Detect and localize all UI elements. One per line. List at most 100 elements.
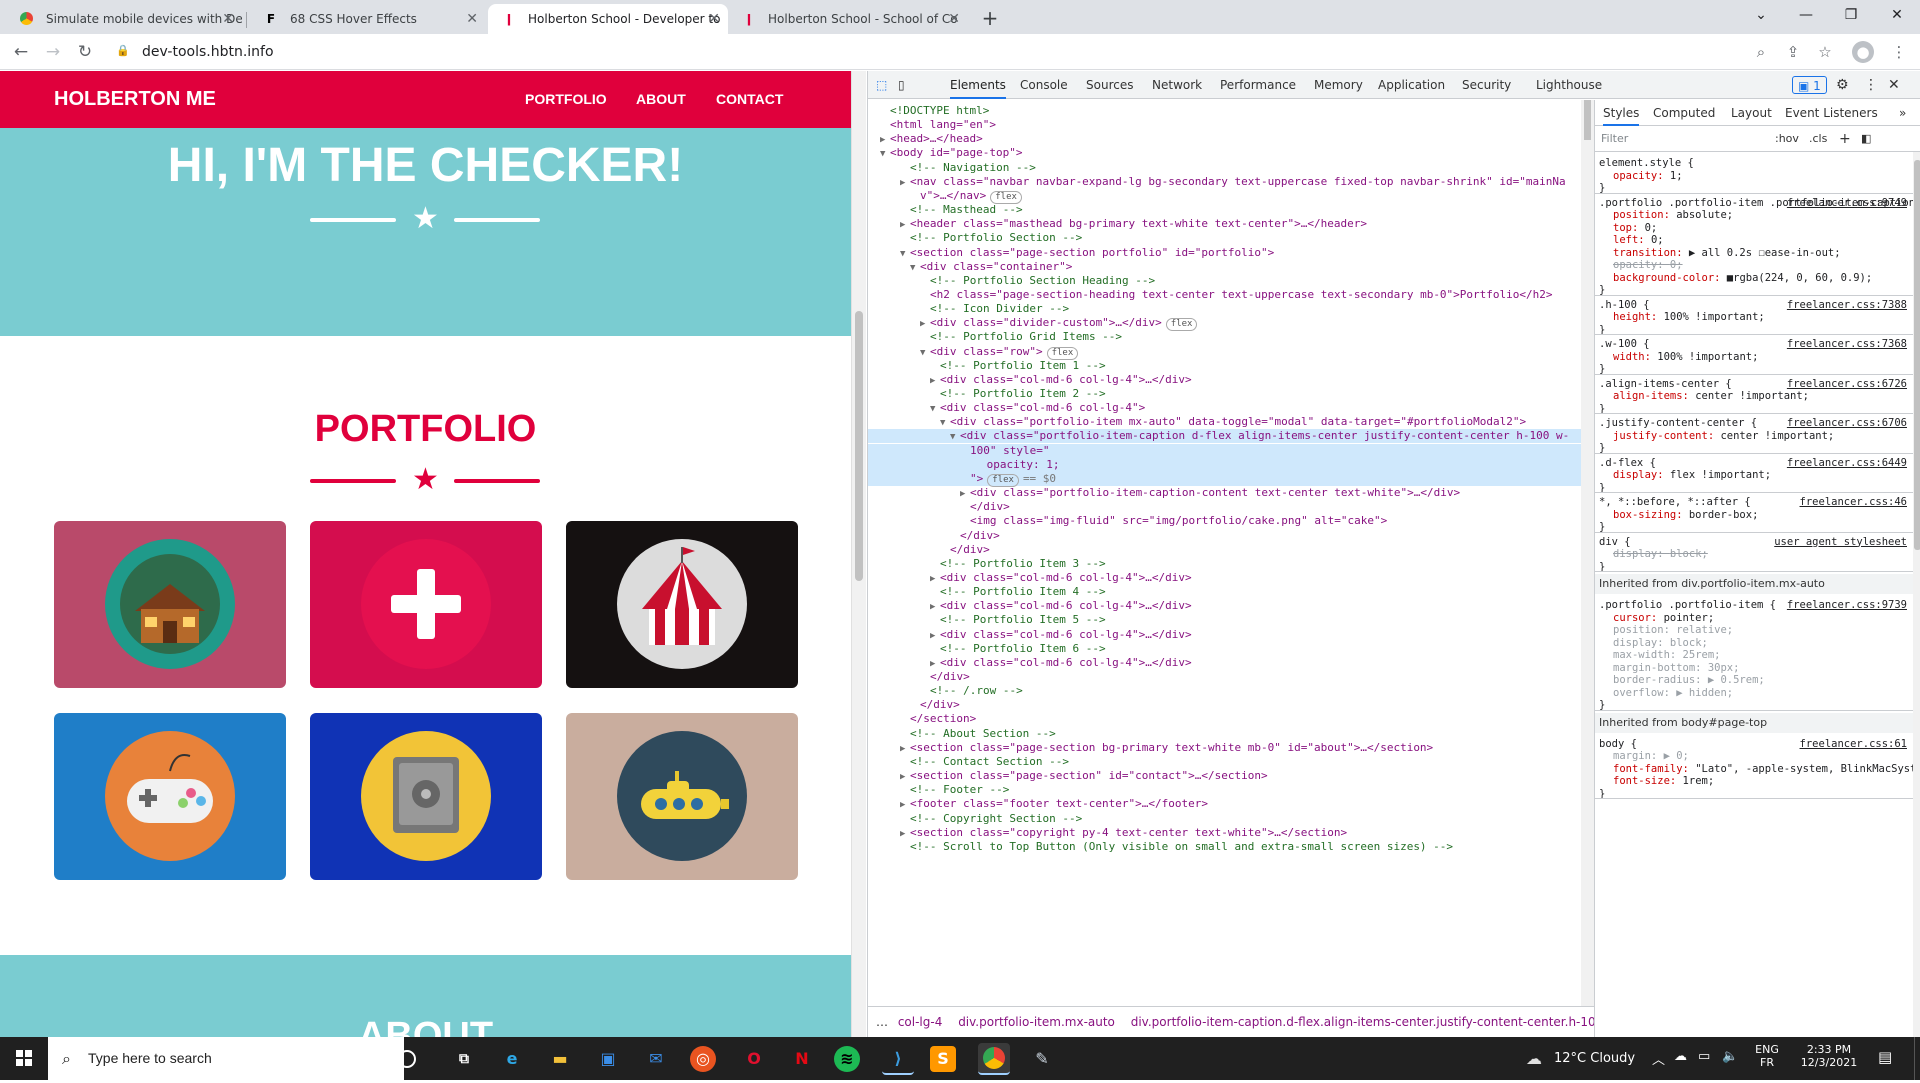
chrome-taskbar-icon[interactable] [978, 1043, 1010, 1075]
dom-comment[interactable]: <!-- Portfolio Item 6 --> [868, 642, 1581, 656]
address-bar[interactable]: 🔒 dev-tools.hbtn.info [108, 38, 1798, 66]
gear-icon[interactable]: ⚙ [1836, 71, 1849, 99]
collapse-triangle-icon[interactable]: ▶ [930, 572, 940, 586]
collapse-triangle-icon[interactable]: ▶ [900, 218, 910, 232]
expand-triangle-icon[interactable]: ▼ [950, 430, 960, 444]
dom-node[interactable]: ▶ <section class="copyright py-4 text-cen… [868, 826, 1581, 840]
scrollbar-thumb[interactable] [855, 311, 863, 581]
dom-node[interactable]: ▶ <div class="col-md-6 col-lg-4">…</div> [868, 656, 1581, 670]
dom-node[interactable]: ▶ <div class="col-md-6 col-lg-4">…</div> [868, 373, 1581, 387]
hover-state-toggle[interactable]: :hov [1775, 130, 1799, 148]
dom-node[interactable]: ▶ <head>…</head> [868, 132, 1581, 146]
nav-link-about[interactable]: ABOUT [636, 91, 686, 107]
restore-button[interactable]: ❐ [1828, 0, 1874, 30]
tab-security[interactable]: Security [1462, 71, 1511, 99]
portfolio-item-submarine[interactable] [566, 713, 798, 880]
collapse-triangle-icon[interactable]: ▶ [930, 600, 940, 614]
device-toolbar-icon[interactable]: ▯ [898, 71, 905, 99]
nav-link-portfolio[interactable]: PORTFOLIO [525, 91, 607, 107]
spotify-icon[interactable]: ≋ [834, 1046, 860, 1072]
dom-comment[interactable]: <!-- Portfolio Section --> [868, 231, 1581, 245]
sublime-text-icon[interactable]: S [930, 1046, 956, 1072]
show-desktop-button[interactable] [1914, 1037, 1920, 1080]
dom-node[interactable]: <img class="img-fluid" src="img/portfoli… [868, 514, 1581, 528]
dom-node[interactable]: ▼ <div class="portfolio-item mx-auto" dat… [868, 415, 1581, 429]
tray-chevron-icon[interactable]: ︿ [1652, 1049, 1665, 1068]
dom-node[interactable]: ▼ <div class="row"> flex [868, 345, 1581, 360]
style-property[interactable]: font-size: 1rem; [1613, 774, 1714, 788]
portfolio-item-circus[interactable] [566, 521, 798, 688]
breadcrumb-item[interactable]: div.portfolio-item.mx-auto [958, 1015, 1115, 1029]
dom-node[interactable]: "> flex == $0 [868, 471, 1581, 487]
close-window-button[interactable]: ✕ [1874, 0, 1920, 30]
reload-button[interactable]: ↻ [72, 39, 98, 65]
portfolio-item-game[interactable] [54, 713, 286, 880]
dom-comment[interactable]: <!DOCTYPE html> [868, 104, 1581, 118]
portfolio-item-cake[interactable] [310, 521, 542, 688]
styles-scrollbar[interactable] [1913, 152, 1920, 1037]
edge-icon[interactable]: e [496, 1043, 528, 1075]
dom-comment[interactable]: <!-- Masthead --> [868, 203, 1581, 217]
tab-holberton-school[interactable]: ǀ Holberton School - School of Co ✕ [728, 4, 968, 34]
more-options-icon[interactable]: ⋮ [1864, 71, 1878, 99]
dom-comment[interactable]: <!-- /.row --> [868, 684, 1581, 698]
cloud-sync-icon[interactable]: ☁ [1674, 1049, 1687, 1064]
portfolio-item-cabin[interactable] [54, 521, 286, 688]
dom-node[interactable]: </div> [868, 529, 1581, 543]
tab-lighthouse[interactable]: Lighthouse [1536, 71, 1602, 99]
network-icon[interactable]: ▭ [1698, 1049, 1710, 1064]
dom-node[interactable]: ▶ <section class="page-section" id="conta… [868, 769, 1581, 783]
rule-source-link[interactable]: freelancer.css:7368 [1787, 337, 1907, 351]
zoom-icon[interactable]: ⌕ [1748, 39, 1774, 65]
minimize-button[interactable]: — [1783, 0, 1829, 30]
lock-icon[interactable]: 🔒 [116, 44, 130, 57]
inspect-element-icon[interactable]: ⬚ [876, 71, 887, 99]
dom-node[interactable]: ▶ <header class="masthead bg-primary text… [868, 217, 1581, 231]
close-tab-icon[interactable]: ✕ [466, 4, 478, 34]
dom-node[interactable]: ▶ <div class="col-md-6 col-lg-4">…</div> [868, 599, 1581, 613]
dom-node[interactable]: ▶ <nav class="navbar navbar-expand-lg bg-… [868, 175, 1581, 189]
rule-source-link[interactable]: freelancer.css:9739 [1787, 598, 1907, 612]
breadcrumb-ellipsis[interactable]: … [876, 1015, 888, 1029]
dom-comment[interactable]: <!-- Portfolio Item 3 --> [868, 557, 1581, 571]
dom-node[interactable]: ▶ <div class="col-md-6 col-lg-4">…</div> [868, 628, 1581, 642]
rule-source-link[interactable]: freelancer.css:46 [1800, 495, 1907, 509]
issues-badge[interactable]: ▣ 1 [1792, 76, 1827, 94]
start-button[interactable] [0, 1037, 48, 1080]
dom-node[interactable]: v">…</nav> flex [868, 189, 1581, 204]
toggle-sidebar-icon[interactable]: ◧ [1861, 130, 1871, 148]
nav-link-contact[interactable]: CONTACT [716, 91, 783, 107]
tab-simulate-mobile[interactable]: Simulate mobile devices with De ✕ [6, 4, 242, 34]
collapse-triangle-icon[interactable]: ▶ [930, 657, 940, 671]
collapse-triangle-icon[interactable]: ▶ [960, 487, 970, 501]
cortana-icon[interactable] [398, 1050, 416, 1068]
rule-source-link[interactable]: freelancer.css:61 [1800, 737, 1907, 751]
rule-source-link[interactable]: freelancer.css:6449 [1787, 456, 1907, 470]
dom-comment[interactable]: <!-- Portfolio Item 5 --> [868, 613, 1581, 627]
volume-icon[interactable]: 🔈 [1722, 1049, 1738, 1064]
tab-console[interactable]: Console [1020, 71, 1068, 99]
expand-triangle-icon[interactable]: ▼ [880, 147, 890, 161]
expand-triangle-icon[interactable]: ▼ [910, 261, 920, 275]
notifications-icon[interactable]: ▤ [1878, 1048, 1892, 1066]
dom-node[interactable]: ▼ <div class="portfolio-item-caption d-fl… [868, 429, 1581, 444]
collapse-triangle-icon[interactable]: ▶ [880, 133, 890, 147]
dom-node[interactable]: </div> [868, 543, 1581, 557]
collapse-triangle-icon[interactable]: ▶ [900, 176, 910, 190]
rule-source-link[interactable]: user agent stylesheet [1774, 535, 1907, 549]
tab-computed[interactable]: Computed [1653, 100, 1715, 126]
new-tab-button[interactable]: + [976, 4, 1004, 32]
forward-button[interactable]: → [40, 39, 66, 65]
dom-node[interactable]: <html lang="en"> [868, 118, 1581, 132]
bookmark-star-icon[interactable]: ☆ [1812, 39, 1838, 65]
back-button[interactable]: ← [8, 39, 34, 65]
style-property[interactable]: height: 100% !important; [1613, 310, 1765, 324]
dom-node[interactable]: ▶ <div class="col-md-6 col-lg-4">…</div> [868, 571, 1581, 585]
opera-icon[interactable]: O [738, 1043, 770, 1075]
tab-holberton-developer[interactable]: ǀ Holberton School - Developer to ✕ [488, 4, 728, 34]
store-icon[interactable]: ▣ [592, 1043, 624, 1075]
clock[interactable]: 2:33 PM 12/3/2021 [1796, 1043, 1862, 1069]
dom-comment[interactable]: <!-- Portfolio Item 4 --> [868, 585, 1581, 599]
collapse-triangle-icon[interactable]: ▶ [900, 742, 910, 756]
close-tab-icon[interactable]: ✕ [708, 4, 720, 34]
